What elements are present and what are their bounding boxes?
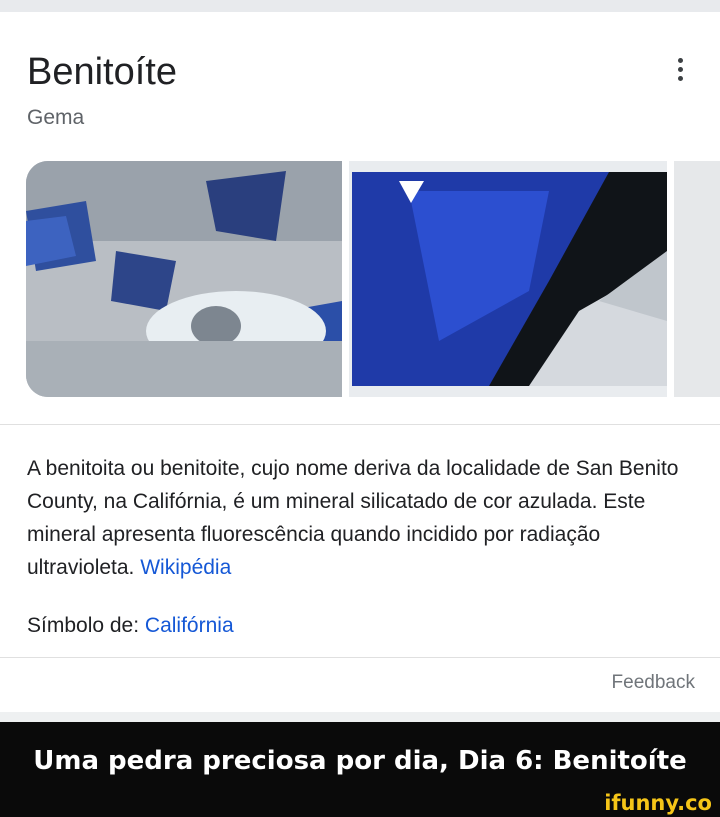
symbol-row: Símbolo de: Califórnia xyxy=(27,611,234,641)
top-strip xyxy=(0,0,720,12)
panel-title: Benitoíte xyxy=(27,51,177,93)
ifunny-watermark: ifunny.co xyxy=(604,791,712,815)
divider xyxy=(0,657,720,658)
meme-caption-banner: Uma pedra preciosa por dia, Dia 6: Benit… xyxy=(0,722,720,817)
symbol-label: Símbolo de: xyxy=(27,614,140,637)
mineral-image-1[interactable] xyxy=(26,161,342,397)
wikipedia-link[interactable]: Wikipédia xyxy=(140,556,231,579)
symbol-link-california[interactable]: Califórnia xyxy=(145,614,234,637)
divider xyxy=(0,424,720,425)
more-vert-icon[interactable] xyxy=(670,58,690,88)
feedback-link[interactable]: Feedback xyxy=(612,672,695,694)
description-block: A benitoita ou benitoite, cujo nome deri… xyxy=(27,452,697,584)
description-text: A benitoita ou benitoite, cujo nome deri… xyxy=(27,457,679,579)
panel-subtitle: Gema xyxy=(27,106,85,129)
mineral-image-2[interactable] xyxy=(349,161,667,397)
meme-caption: Uma pedra preciosa por dia, Dia 6: Benit… xyxy=(33,746,687,776)
mineral-image-3[interactable] xyxy=(674,161,720,397)
separator-strip xyxy=(0,712,720,722)
